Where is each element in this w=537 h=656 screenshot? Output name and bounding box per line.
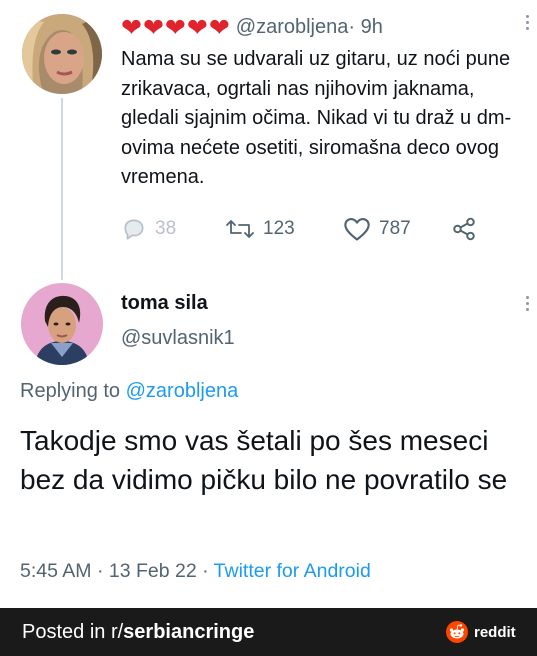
like-button[interactable]: 787 bbox=[343, 214, 411, 244]
tweet2-timestamp[interactable]: 5:45 AM · 13 Feb 22 · bbox=[20, 560, 214, 582]
reddit-wordmark: reddit bbox=[474, 623, 516, 641]
reply-icon bbox=[124, 219, 144, 240]
tweet1-actions: 38 123 787 bbox=[121, 214, 501, 244]
tweet1-text: Nama su se udvarali uz gitaru, uz noći p… bbox=[121, 48, 512, 188]
tweet1-header: ❤ ❤ ❤ ❤ ❤ @zarobljena · 9h bbox=[121, 14, 383, 40]
like-heart-icon bbox=[344, 218, 370, 241]
heart-icon: ❤ bbox=[164, 12, 186, 42]
tweet2-handle[interactable]: @suvlasnik1 bbox=[121, 327, 235, 350]
tweet1-handle[interactable]: @zarobljena bbox=[236, 16, 349, 39]
reddit-footer-bar: Posted in r/serbiancringe reddit bbox=[0, 608, 537, 656]
reply-button[interactable]: 38 bbox=[121, 214, 176, 244]
share-icon bbox=[453, 217, 475, 241]
replying-to-mention[interactable]: @zarobljena bbox=[126, 380, 239, 402]
like-count: 787 bbox=[379, 218, 411, 239]
share-button[interactable] bbox=[451, 214, 477, 244]
thread-connector-line bbox=[61, 98, 63, 280]
reddit-logo: reddit bbox=[446, 621, 516, 643]
heart-icon: ❤ bbox=[142, 12, 164, 42]
reddit-snoo-icon bbox=[446, 621, 468, 643]
reply-count: 38 bbox=[155, 218, 177, 239]
retweet-button[interactable]: 123 bbox=[225, 214, 295, 244]
heart-icon: ❤ bbox=[208, 12, 230, 42]
heart-emojis: ❤ ❤ ❤ ❤ ❤ bbox=[121, 15, 230, 40]
subreddit-name[interactable]: serbiancringe bbox=[123, 621, 254, 643]
avatar-zarobljena[interactable] bbox=[22, 14, 102, 94]
replying-to-label: Replying to bbox=[20, 380, 126, 402]
tweet1-time[interactable]: · 9h bbox=[348, 16, 382, 39]
posted-in-prefix: Posted in r/ bbox=[22, 621, 124, 643]
more-options-icon[interactable] bbox=[526, 15, 530, 33]
heart-icon: ❤ bbox=[186, 12, 208, 42]
tweet2-text: Takodje smo vas šetali po šes meseci bez… bbox=[20, 425, 508, 495]
replying-to-line: Replying to @zarobljena bbox=[20, 380, 238, 403]
avatar-toma-sila[interactable] bbox=[21, 283, 103, 365]
tweet2-display-name[interactable]: toma sila bbox=[121, 292, 208, 315]
retweet-count: 123 bbox=[263, 218, 295, 239]
more-options-icon[interactable] bbox=[526, 296, 530, 314]
heart-icon: ❤ bbox=[121, 12, 142, 42]
posted-in-label: Posted in r/serbiancringe bbox=[22, 621, 254, 644]
retweet-icon bbox=[226, 220, 254, 238]
tweet2-meta: 5:45 AM · 13 Feb 22 · Twitter for Androi… bbox=[20, 560, 371, 583]
tweet2-source-link[interactable]: Twitter for Android bbox=[214, 560, 371, 582]
